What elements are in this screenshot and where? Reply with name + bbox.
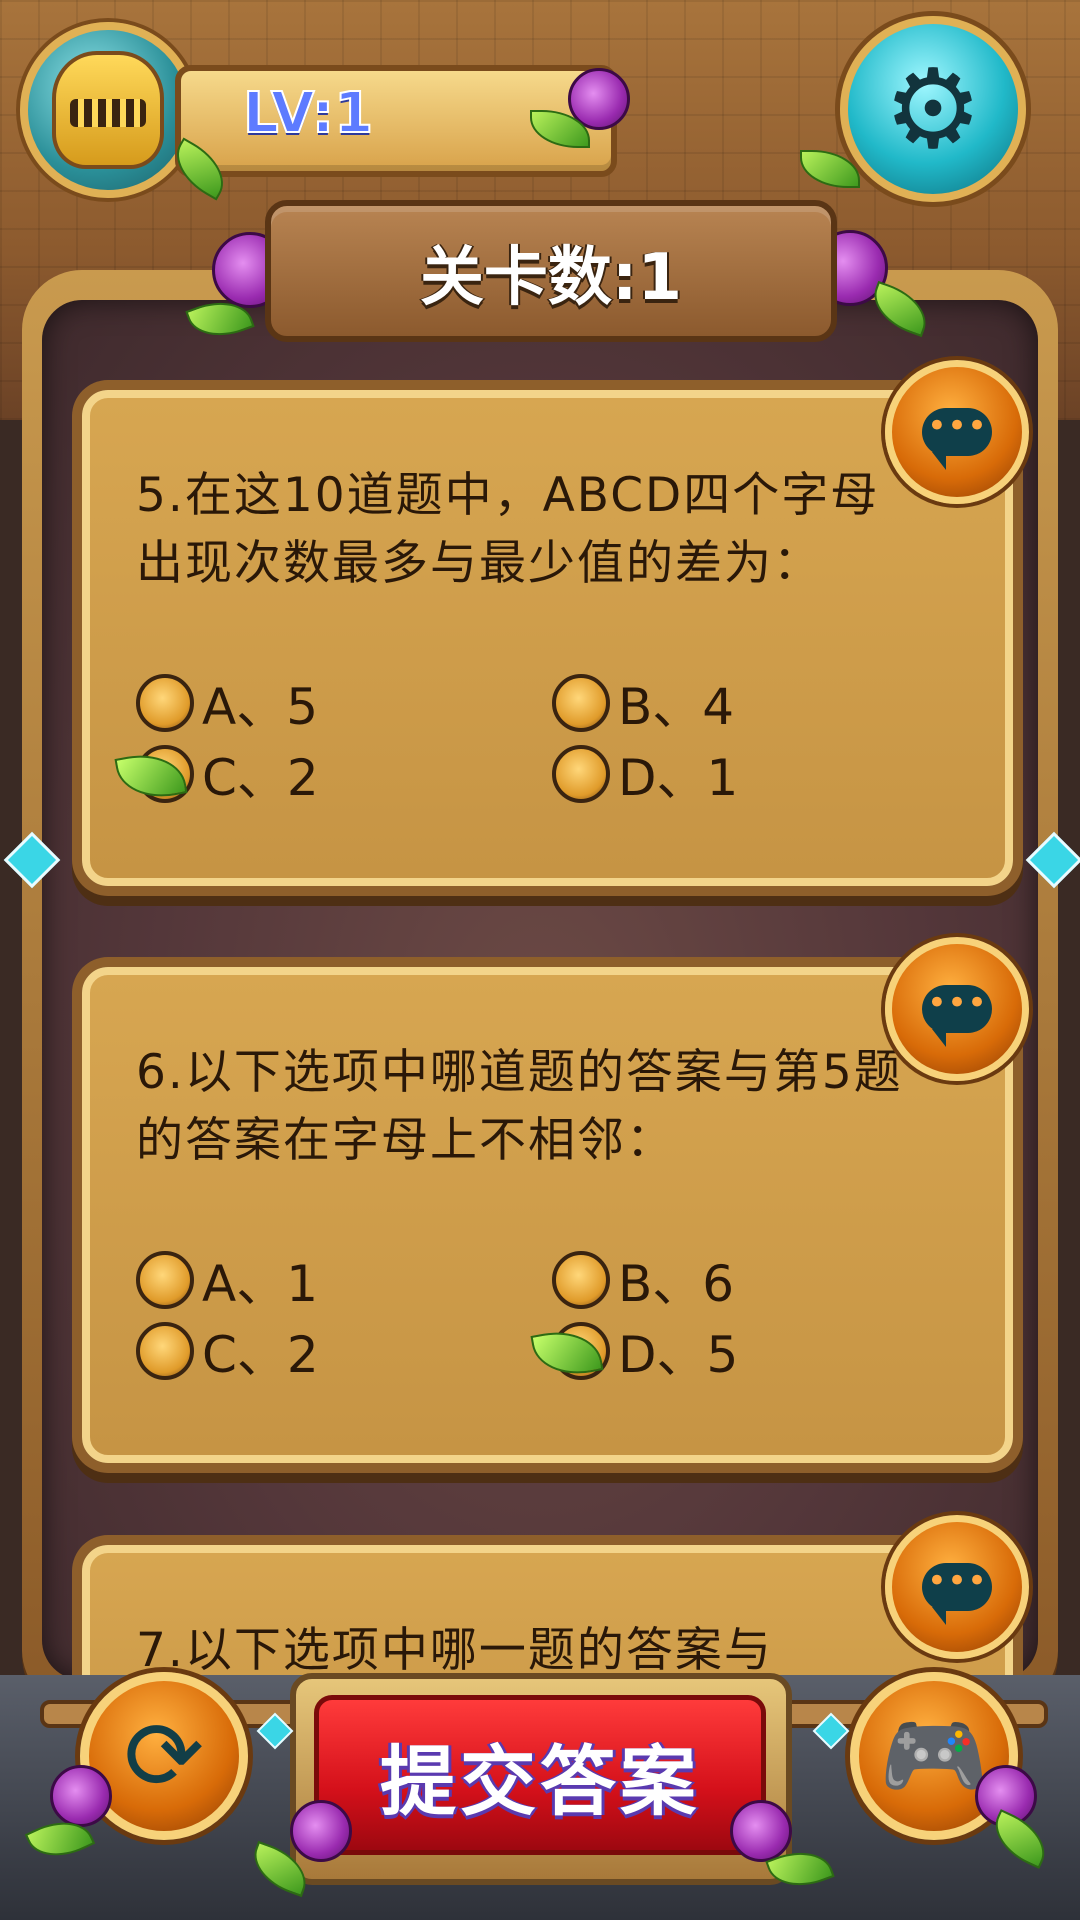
hint-button[interactable]: ••• — [885, 937, 1029, 1081]
knight-helmet-icon — [52, 51, 164, 169]
option-label: D、5 — [618, 1326, 739, 1384]
gear-icon: ⚙ — [883, 45, 983, 173]
hint-button[interactable]: ••• — [885, 360, 1029, 504]
rose-decoration — [730, 1800, 792, 1862]
level-label: LV:1 — [242, 80, 374, 147]
radio-button[interactable] — [136, 674, 194, 732]
option-label: B、6 — [618, 1255, 735, 1313]
chat-bubble-icon: ••• — [922, 408, 992, 470]
option-b[interactable]: B、6 — [552, 1250, 734, 1313]
option-label: A、5 — [202, 678, 319, 736]
rose-decoration — [290, 1800, 352, 1862]
option-a[interactable]: A、1 — [136, 1250, 318, 1313]
radio-button[interactable] — [136, 1251, 194, 1309]
option-c[interactable]: C、2 — [136, 1321, 319, 1384]
option-c[interactable]: C、2 — [136, 744, 319, 807]
radio-button[interactable] — [552, 674, 610, 732]
radio-button-selected[interactable] — [136, 745, 194, 803]
refresh-icon: ⟳ — [123, 1700, 205, 1812]
chat-bubble-icon: ••• — [922, 1563, 992, 1625]
option-label: C、2 — [202, 1326, 319, 1384]
option-label: B、4 — [618, 678, 735, 736]
option-label: D、1 — [618, 749, 739, 807]
question-card-6: 6.以下选项中哪道题的答案与第5题的答案在字母上不相邻： A、1 B、6 C、2… — [82, 967, 1013, 1463]
player-avatar[interactable] — [20, 22, 196, 198]
radio-button[interactable] — [552, 745, 610, 803]
radio-button[interactable] — [136, 1322, 194, 1380]
option-label: C、2 — [202, 749, 319, 807]
question-card-5: 5.在这10道题中，ABCD四个字母出现次数最多与最少值的差为： A、5 B、4… — [82, 390, 1013, 886]
settings-button[interactable]: ⚙ — [840, 16, 1026, 202]
option-a[interactable]: A、5 — [136, 673, 318, 736]
stage-plank: 关卡数:1 — [265, 200, 837, 342]
radio-button[interactable] — [552, 1251, 610, 1309]
option-d[interactable]: D、1 — [552, 744, 738, 807]
stage-title: 关卡数:1 — [419, 241, 683, 315]
gamepad-icon: 🎮 — [879, 1704, 989, 1807]
question-text: 5.在这10道题中，ABCD四个字母出现次数最多与最少值的差为： — [136, 468, 880, 591]
option-b[interactable]: B、4 — [552, 673, 734, 736]
radio-button-selected[interactable] — [552, 1322, 610, 1380]
question-text: 6.以下选项中哪道题的答案与第5题的答案在字母上不相邻： — [136, 1045, 903, 1168]
submit-answer-button[interactable]: 提交答案 — [314, 1695, 766, 1855]
rose-decoration — [50, 1765, 112, 1827]
hint-button[interactable]: ••• — [885, 1515, 1029, 1659]
chat-bubble-icon: ••• — [922, 985, 992, 1047]
option-d[interactable]: D、5 — [552, 1321, 738, 1384]
option-label: A、1 — [202, 1255, 319, 1313]
